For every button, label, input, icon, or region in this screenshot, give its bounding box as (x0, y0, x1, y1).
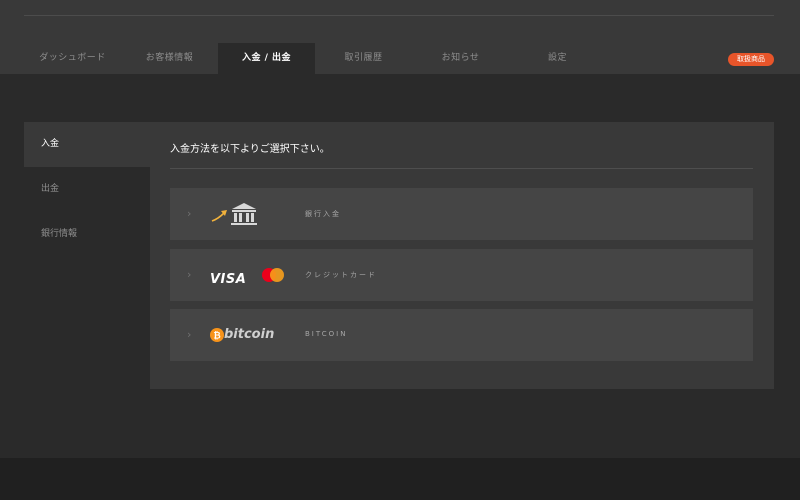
sidebar-item-withdrawal[interactable]: 出金 (24, 167, 150, 212)
chevron-right-icon: › (187, 268, 192, 281)
main-tabs: ダッシュボード お客様情報 入金 / 出金 取引履歴 お知らせ 設定 (24, 43, 606, 74)
page-title: 入金方法を以下よりご選択下さい。 (170, 144, 330, 155)
tab-dashboard[interactable]: ダッシュボード (24, 43, 121, 74)
svg-text:₿: ₿ (213, 331, 220, 342)
top-divider (24, 15, 774, 16)
tab-notifications[interactable]: お知らせ (412, 43, 509, 74)
sidebar: 入金 出金 銀行情報 (24, 122, 150, 257)
tab-settings[interactable]: 設定 (509, 43, 606, 74)
products-badge-button[interactable]: 取扱商品 (728, 53, 774, 66)
tab-transaction-history[interactable]: 取引履歴 (315, 43, 412, 74)
option-label-credit-card: クレジットカード (305, 271, 377, 279)
option-label-bitcoin: BITCOIN (305, 330, 348, 338)
heading-divider (170, 168, 753, 169)
tab-deposit-withdrawal[interactable]: 入金 / 出金 (218, 43, 315, 74)
sidebar-item-bank-info[interactable]: 銀行情報 (24, 212, 150, 257)
tab-customer-info[interactable]: お客様情報 (121, 43, 218, 74)
visa-mastercard-logo: VISA (210, 268, 284, 292)
option-label-bank: 銀行入金 (305, 210, 341, 218)
visa-logo: VISA (210, 272, 247, 287)
footer-bar (0, 458, 800, 500)
chevron-right-icon: › (187, 207, 192, 220)
bank-icon (210, 202, 260, 226)
deposit-method-panel: 入金方法を以下よりご選択下さい。 › 銀行入金 › VISA クレジットカード … (150, 122, 774, 389)
bitcoin-icon: ₿ (210, 328, 224, 342)
sidebar-item-deposit[interactable]: 入金 (24, 122, 150, 167)
top-navigation-bar: ダッシュボード お客様情報 入金 / 出金 取引履歴 お知らせ 設定 取扱商品 (0, 0, 800, 74)
chevron-right-icon: › (187, 328, 192, 341)
bitcoin-wordmark: bitcoin (224, 327, 275, 342)
mastercard-icon (262, 268, 284, 282)
deposit-option-bitcoin[interactable]: › ₿ bitcoin BITCOIN (170, 309, 753, 361)
deposit-option-bank[interactable]: › 銀行入金 (170, 188, 753, 240)
deposit-option-credit-card[interactable]: › VISA クレジットカード (170, 249, 753, 301)
